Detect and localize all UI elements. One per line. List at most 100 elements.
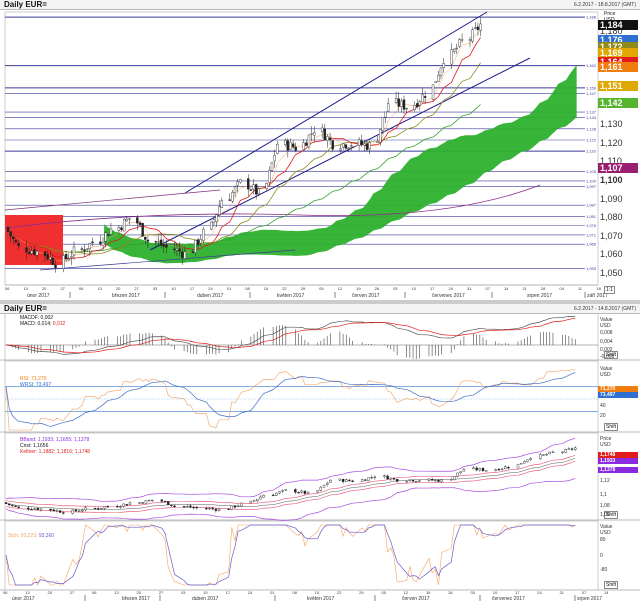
date-tick-label: 10 xyxy=(412,286,417,291)
shift-button[interactable]: Shift xyxy=(604,423,619,431)
candle xyxy=(548,451,551,455)
candle xyxy=(249,500,253,504)
candle xyxy=(284,489,288,491)
candle xyxy=(303,490,307,494)
candle xyxy=(344,144,348,149)
candle xyxy=(170,504,173,507)
candle xyxy=(239,179,242,183)
shift-button[interactable]: Shift xyxy=(604,581,619,589)
candle xyxy=(252,500,256,502)
date-tick-label: 14 xyxy=(504,286,509,291)
candle xyxy=(564,449,567,453)
bband-mid xyxy=(5,458,576,510)
level-label: 1,150 xyxy=(586,85,597,90)
date-tick-label: 03 xyxy=(393,286,398,291)
candle xyxy=(439,67,443,76)
candle xyxy=(138,502,141,504)
candle xyxy=(257,188,260,195)
level-label: 1,066 xyxy=(586,242,597,247)
candle xyxy=(247,178,250,190)
candle xyxy=(273,154,276,162)
level-label: 1,053 xyxy=(586,266,597,271)
candle xyxy=(58,510,62,513)
candle xyxy=(117,226,121,231)
price-axis-tick: 1,090 xyxy=(600,193,623,204)
candle xyxy=(370,477,373,479)
candle xyxy=(276,144,279,154)
candle xyxy=(351,480,354,482)
date-tick-label: 27 xyxy=(60,286,65,291)
candle xyxy=(199,239,202,244)
date-tick-label: 18 xyxy=(596,286,601,291)
candle xyxy=(386,475,389,480)
candle xyxy=(460,39,464,41)
level-label: 1,081 xyxy=(586,214,597,219)
candle xyxy=(415,480,418,483)
macd-value: MACD: 0,014; xyxy=(20,321,52,327)
candle xyxy=(472,467,475,470)
date-tick-label: 24 xyxy=(537,590,542,595)
date-tick-label: 08 xyxy=(245,286,250,291)
candle xyxy=(265,183,268,189)
date-tick-label: 10 xyxy=(171,286,176,291)
candle xyxy=(323,128,326,141)
candle xyxy=(212,219,216,224)
candle xyxy=(141,223,144,237)
date-tick-label: 27 xyxy=(70,590,75,595)
date-tick-label: 07 xyxy=(582,590,587,595)
candle xyxy=(539,454,542,459)
candle xyxy=(173,248,176,251)
zoom-button[interactable]: 1:1 xyxy=(604,286,615,294)
candle xyxy=(128,218,131,220)
price-badge: 1,184 xyxy=(598,19,638,30)
candle xyxy=(33,508,36,510)
candle xyxy=(440,479,443,482)
candle xyxy=(434,81,437,84)
candle xyxy=(423,96,427,98)
date-tick-label: 20 xyxy=(116,286,121,291)
candle xyxy=(484,470,488,472)
candle xyxy=(259,496,262,500)
candle xyxy=(313,132,316,136)
month-label: srpen 2017 xyxy=(577,596,602,601)
date-tick-label: 08 xyxy=(292,590,297,595)
candle xyxy=(217,508,221,512)
candle xyxy=(189,505,192,508)
candle xyxy=(215,214,218,222)
bottom-chart-header: Daily EUR= 6.2.2017 - 14.8.2017 (GMT) xyxy=(0,304,640,314)
candle xyxy=(91,241,94,244)
candle xyxy=(240,502,243,507)
candle xyxy=(43,251,47,256)
level-label: 1,134 xyxy=(586,115,597,120)
candle xyxy=(368,142,371,150)
candle xyxy=(85,248,89,250)
level-label: 1,188 xyxy=(586,15,597,20)
candle xyxy=(7,503,11,506)
bband-upper xyxy=(5,437,576,502)
date-tick-label: 26 xyxy=(375,286,380,291)
candle xyxy=(231,192,234,202)
candle xyxy=(350,145,353,148)
candle xyxy=(289,142,292,151)
candle xyxy=(49,257,52,260)
price-badge: 1,142 xyxy=(598,97,638,108)
candle xyxy=(74,509,78,512)
candle xyxy=(30,509,33,511)
candle xyxy=(17,506,20,508)
date-tick-label: 13 xyxy=(23,286,28,291)
candle xyxy=(408,479,412,482)
candle xyxy=(326,136,329,141)
candle xyxy=(379,129,382,143)
candle xyxy=(462,469,466,472)
level-label: 1,087 xyxy=(586,203,597,208)
candle xyxy=(107,234,110,236)
candle xyxy=(122,219,126,232)
candle xyxy=(116,506,119,508)
month-label: únor 2017 xyxy=(12,596,35,601)
date-tick-label: 06 xyxy=(79,286,84,291)
candle xyxy=(437,75,440,82)
date-tick-label: 29 xyxy=(301,286,306,291)
candle xyxy=(71,509,74,514)
date-tick-label: 03 xyxy=(470,590,475,595)
date-tick-label: 12 xyxy=(404,590,409,595)
